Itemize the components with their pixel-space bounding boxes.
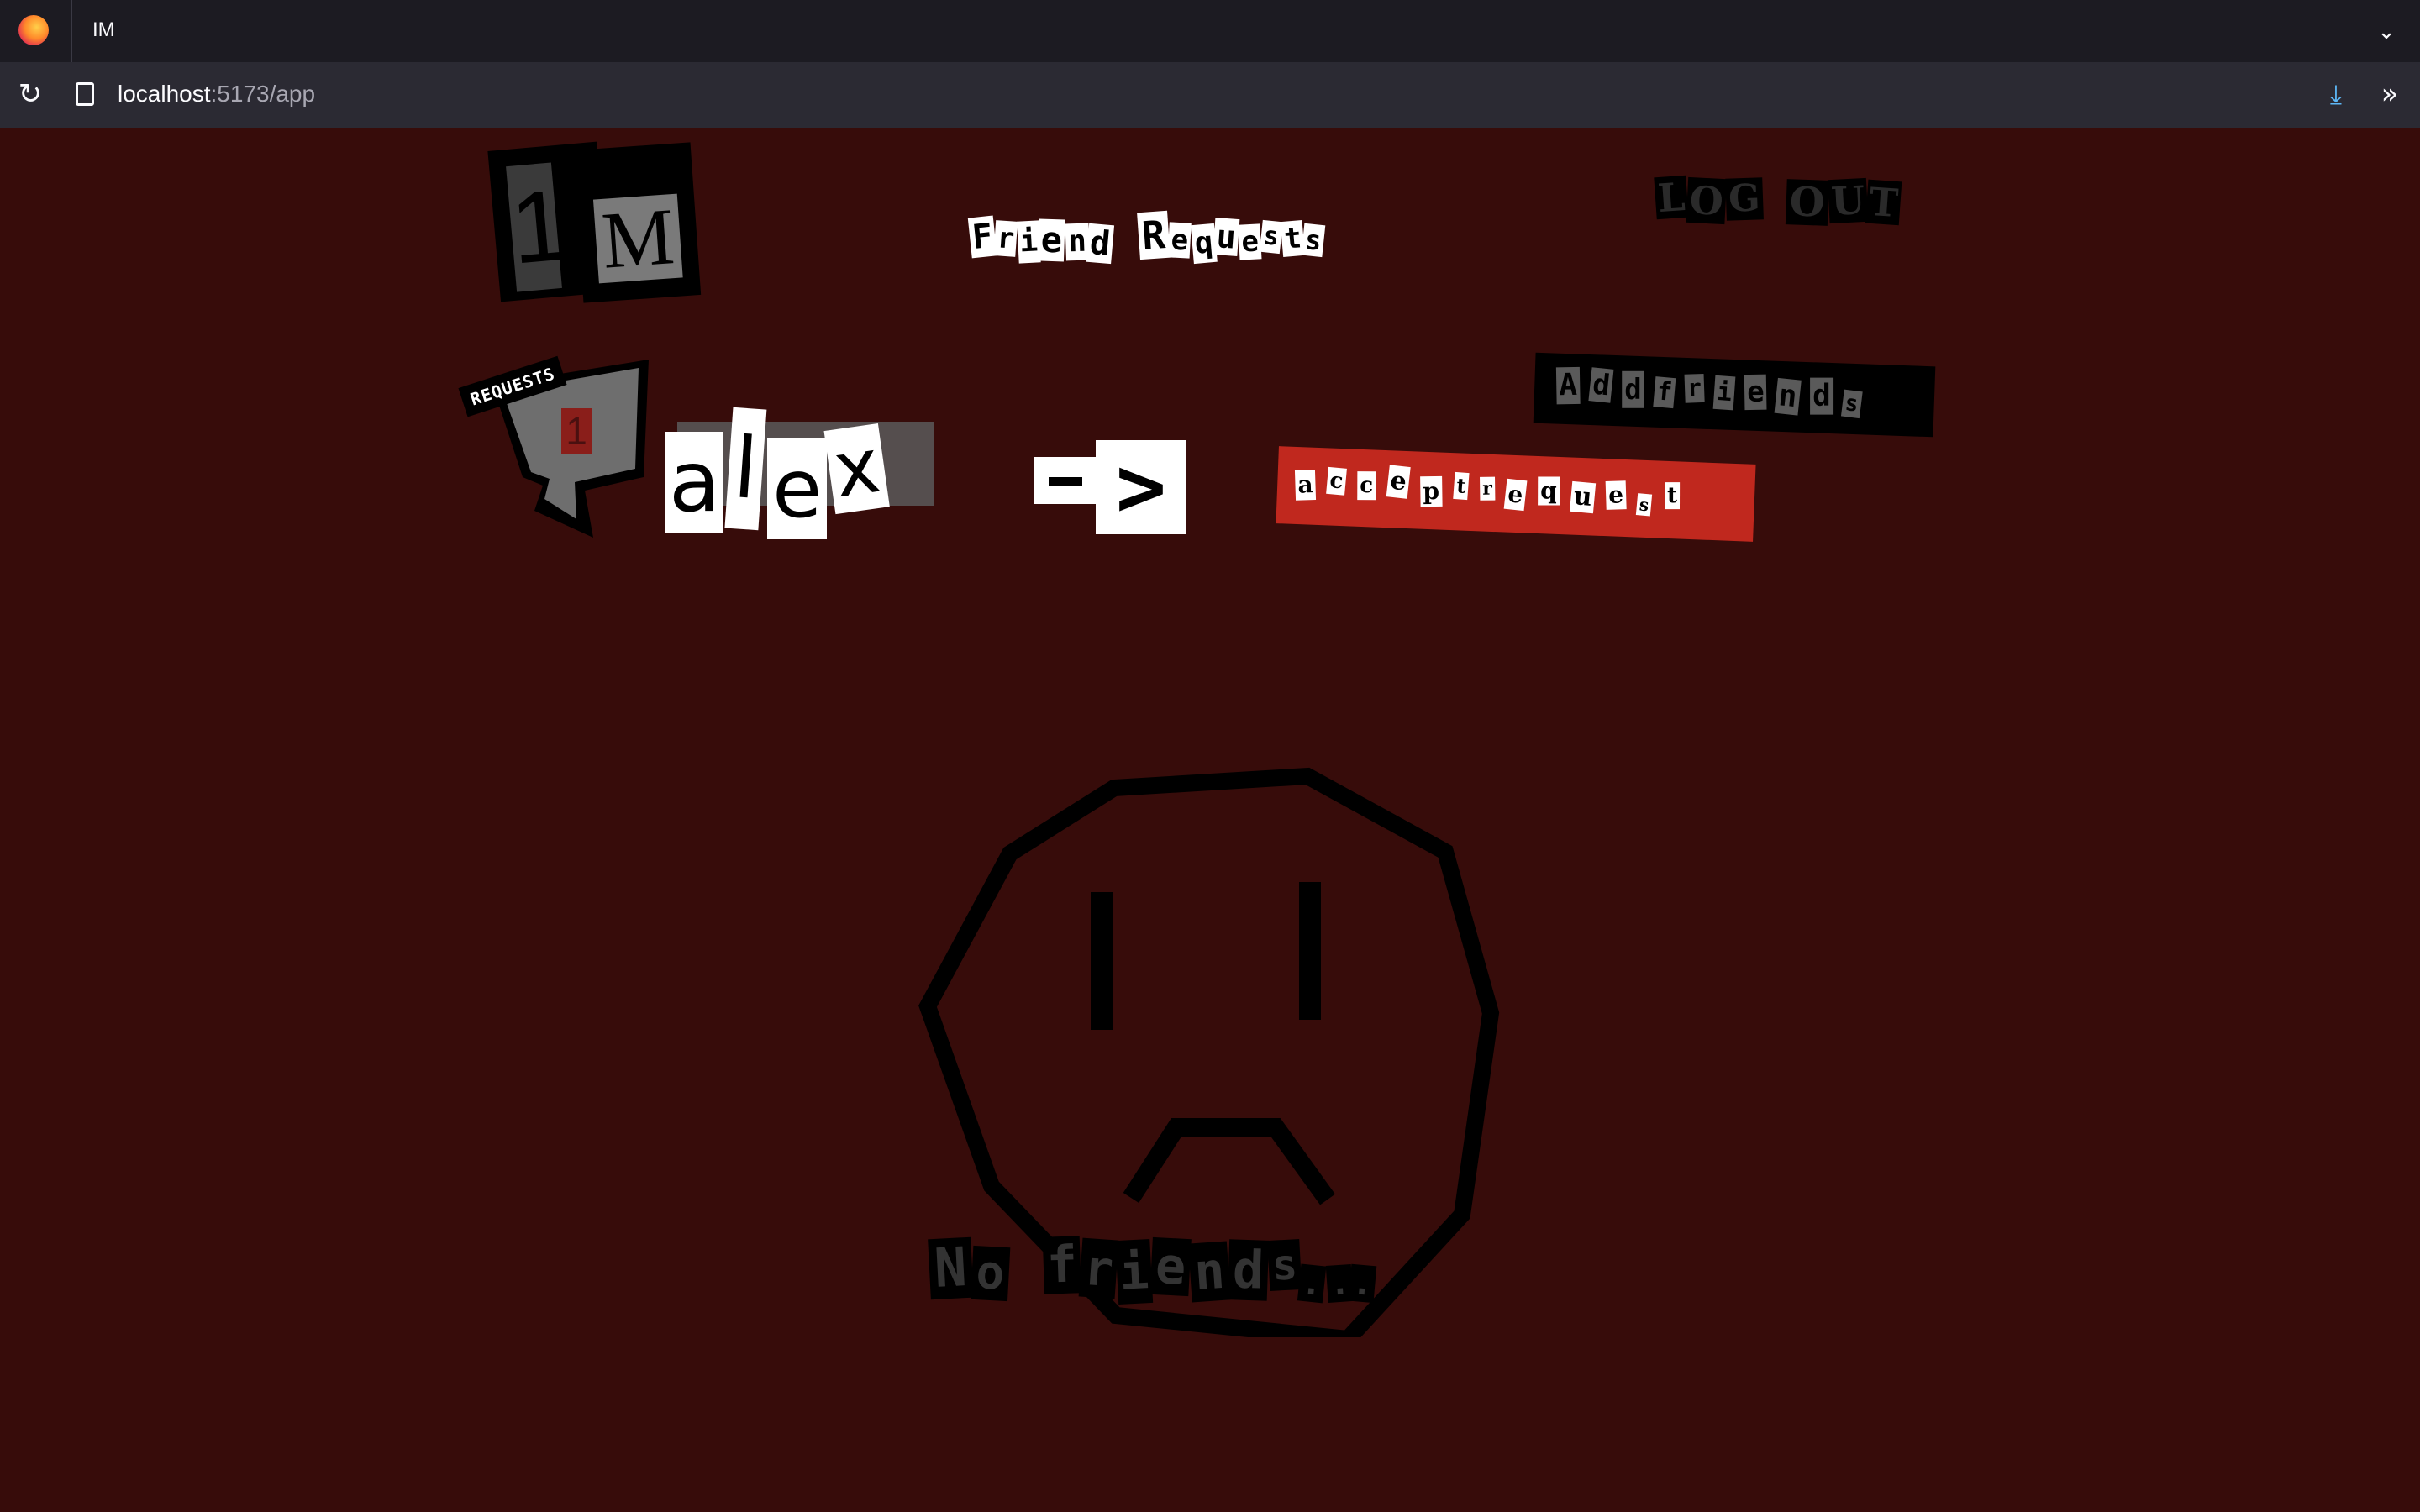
logout-button[interactable]: LOG O UT: [1654, 174, 1902, 227]
ransom-letter: q: [1538, 476, 1560, 506]
accept-request-button[interactable]: acceptrequest: [1276, 446, 1756, 542]
ransom-letter: c: [1326, 466, 1347, 496]
no-friends-message: No friend s...: [928, 1235, 1377, 1305]
url-host: localhost: [118, 81, 211, 107]
ransom-letter: F: [967, 215, 997, 259]
ransom-letter: x: [823, 422, 891, 515]
ransom-letter: U: [1827, 177, 1869, 224]
ransom-letter: o: [970, 1245, 1010, 1302]
ransom-letter: d: [1086, 223, 1115, 265]
arrow-head: >: [1096, 440, 1186, 534]
browser-tab[interactable]: IM: [72, 0, 454, 62]
overflow-icon[interactable]: »: [2373, 77, 2407, 111]
browser-tab-bar: IM ⌄: [0, 0, 2420, 62]
ransom-letter: G: [1725, 176, 1764, 221]
ransom-letter: s: [1636, 493, 1653, 517]
ransom-letter: d: [1588, 367, 1614, 403]
ransom-letter: t: [1452, 471, 1470, 501]
ransom-letter: e: [1744, 374, 1767, 411]
download-icon[interactable]: ⤓: [2319, 77, 2353, 111]
ransom-letter: .: [1348, 1263, 1377, 1304]
ransom-letter: p: [1420, 475, 1443, 507]
ransom-letter: i: [1115, 1238, 1154, 1305]
ransom-letter: i: [1016, 220, 1040, 264]
ransom-letter: u: [1569, 480, 1596, 514]
ransom-letter: .: [1297, 1263, 1327, 1304]
ransom-letter: r: [1479, 476, 1495, 501]
ransom-letter: a: [1294, 469, 1317, 501]
ransom-letter: r: [1078, 1237, 1119, 1299]
ransom-letter: l: [724, 407, 767, 531]
ransom-letter: r: [1684, 373, 1705, 403]
url-bar[interactable]: localhost:5173/app: [118, 81, 315, 108]
chevron-down-icon[interactable]: ⌄: [2370, 15, 2403, 49]
ransom-letter: s: [1267, 1239, 1302, 1291]
ransom-letter: a: [666, 432, 724, 533]
page-title: Frie nd Re qu ests: [967, 210, 1326, 265]
ransom-letter: d: [1228, 1238, 1270, 1301]
ransom-letter: c: [1357, 471, 1376, 501]
ransom-letter: s: [1301, 223, 1326, 258]
ransom-letter: f: [1652, 376, 1676, 409]
ransom-letter: d: [1809, 377, 1833, 415]
ransom-letter: e: [1150, 1236, 1192, 1297]
app-root: 1 M Frie nd Re qu ests LOG O UT Addfriends a…: [0, 128, 2420, 1512]
ransom-letter: T: [1865, 179, 1902, 226]
logo-letter: 1: [506, 162, 572, 292]
ransom-letter: O: [1785, 178, 1829, 227]
page-icon: [76, 82, 94, 106]
add-friends-button[interactable]: Addfriends: [1533, 352, 1936, 438]
ransom-letter: r: [993, 220, 1018, 257]
ransom-letter: A: [1555, 366, 1581, 405]
ransom-letter: e: [1606, 480, 1627, 510]
ransom-letter: n: [1188, 1241, 1232, 1303]
ransom-letter: i: [1712, 375, 1736, 411]
reload-icon[interactable]: ↻: [13, 77, 47, 111]
ransom-letter: u: [1213, 218, 1240, 256]
ransom-letter: f: [1042, 1235, 1082, 1295]
requests-count: 1: [561, 408, 592, 454]
sad-face-icon: [918, 767, 1500, 1337]
logo-letter: M: [592, 191, 683, 286]
ransom-letter: t: [1664, 482, 1680, 510]
ransom-letter: s: [1259, 219, 1283, 255]
ransom-letter: e: [1167, 222, 1192, 259]
logo-block-m: M: [572, 142, 702, 303]
ransom-letter: e: [767, 438, 828, 539]
ransom-letter: R: [1137, 210, 1171, 260]
ransom-letter: L: [1654, 174, 1690, 221]
ransom-letter: e: [1386, 465, 1411, 499]
ransom-letter: N: [928, 1236, 974, 1300]
ransom-letter: e: [1038, 218, 1066, 262]
ransom-letter: e: [1238, 223, 1263, 260]
browser-nav-bar: ↻ localhost:5173/app ⤓ »: [0, 62, 2420, 128]
arrow-dash: [1034, 457, 1097, 504]
ransom-letter: s: [1840, 389, 1862, 419]
firefox-icon: [18, 15, 49, 45]
url-path: :5173/app: [210, 81, 316, 107]
ransom-letter: n: [1774, 377, 1802, 416]
ransom-letter: e: [1503, 478, 1528, 512]
tab-title: IM: [92, 18, 115, 41]
friend-request-username[interactable]: a l ex: [666, 407, 891, 539]
ransom-letter: d: [1622, 370, 1644, 408]
ransom-letter: O: [1686, 176, 1728, 225]
